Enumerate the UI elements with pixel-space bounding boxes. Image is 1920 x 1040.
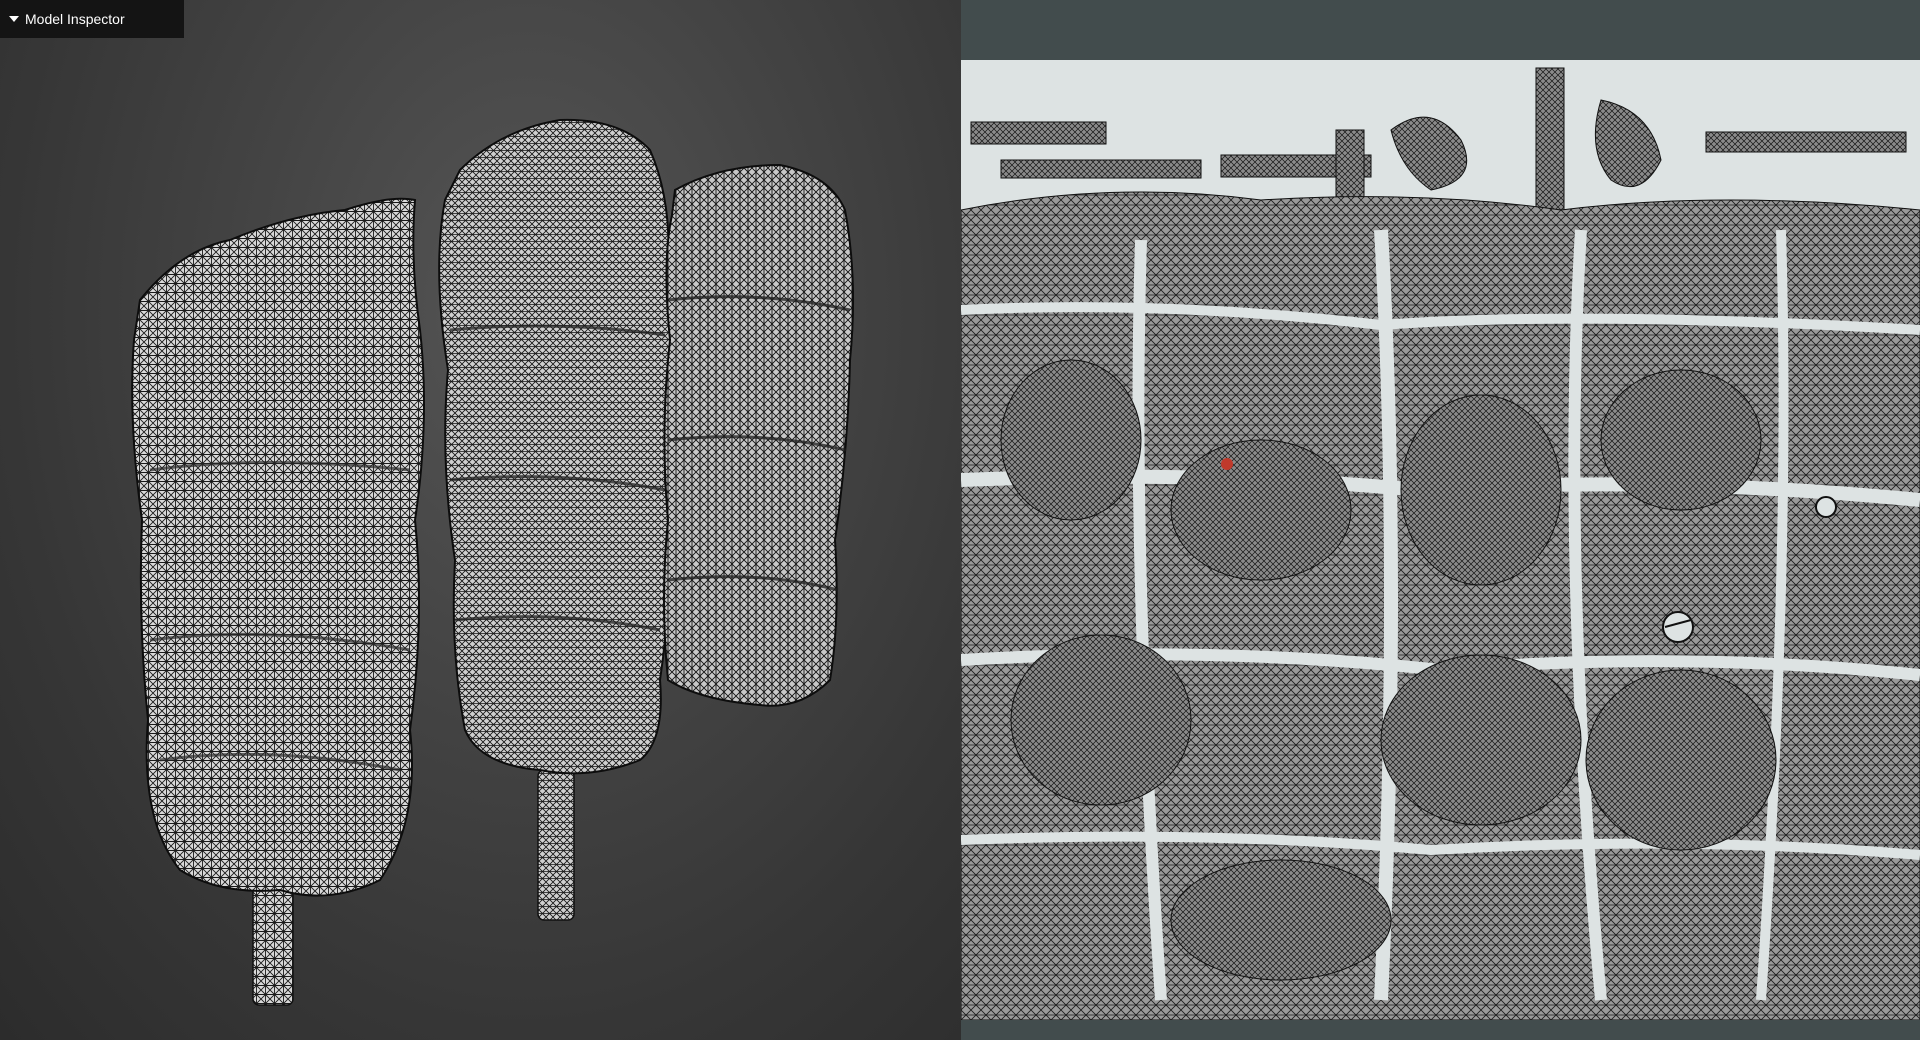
mesh-right-body bbox=[663, 163, 855, 707]
uv-canvas[interactable] bbox=[961, 60, 1920, 1020]
mesh-center[interactable] bbox=[438, 118, 675, 921]
mesh-right[interactable] bbox=[663, 163, 855, 707]
viewport-3d[interactable]: Model Inspector bbox=[0, 0, 961, 1040]
triangle-down-icon[interactable] bbox=[9, 16, 19, 22]
uv-islands bbox=[961, 67, 1920, 1020]
mesh-left-body bbox=[131, 197, 425, 897]
panel-title: Model Inspector bbox=[25, 11, 125, 27]
app-window: Model Inspector bbox=[0, 0, 1920, 1040]
mesh-left[interactable] bbox=[131, 197, 425, 1006]
mesh-scene bbox=[131, 118, 855, 1006]
uv-editor[interactable] bbox=[961, 0, 1920, 1040]
selected-vertex[interactable] bbox=[1221, 458, 1233, 470]
mesh-center-stick bbox=[537, 769, 575, 921]
uv-main-islands bbox=[961, 191, 1920, 1020]
mesh-center-body bbox=[438, 118, 675, 775]
model-inspector-header[interactable]: Model Inspector bbox=[0, 0, 184, 38]
